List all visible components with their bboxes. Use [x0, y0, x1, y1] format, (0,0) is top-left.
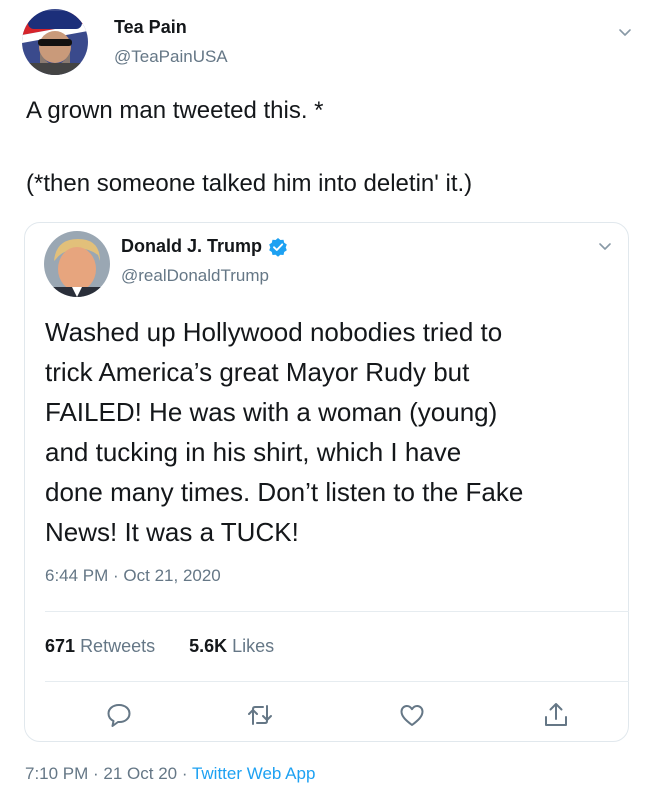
- outer-avatar[interactable]: [22, 9, 88, 75]
- outer-timestamp[interactable]: 7:10 PM · 21 Oct 20: [25, 764, 177, 783]
- reply-icon[interactable]: [104, 700, 134, 730]
- quoted-text-line: done many times. Don’t listen to the Fak…: [45, 477, 524, 507]
- divider: [45, 681, 629, 682]
- retweets-count: 671: [45, 636, 76, 656]
- retweets-label: Retweets: [80, 636, 156, 656]
- chevron-down-icon[interactable]: [597, 238, 613, 254]
- chevron-down-icon[interactable]: [617, 24, 633, 40]
- likes-stat[interactable]: 5.6K Likes: [189, 636, 274, 657]
- quoted-text-line: trick America’s great Mayor Rudy but: [45, 357, 470, 387]
- outer-tweet-text-note: (*then someone talked him into deletin' …: [26, 170, 473, 197]
- divider: [45, 611, 629, 612]
- verified-badge-icon: [268, 237, 288, 257]
- quoted-text-line: Washed up Hollywood nobodies tried to: [45, 317, 503, 347]
- outer-tweet-meta: 7:10 PM · 21 Oct 20 · Twitter Web App: [25, 764, 315, 784]
- quoted-handle[interactable]: @realDonaldTrump: [121, 266, 269, 286]
- heart-icon[interactable]: [397, 700, 427, 730]
- outer-handle[interactable]: @TeaPainUSA: [114, 47, 228, 67]
- share-icon[interactable]: [541, 700, 571, 730]
- retweets-stat[interactable]: 671 Retweets: [45, 636, 155, 657]
- likes-count: 5.6K: [189, 636, 228, 656]
- quoted-avatar[interactable]: [44, 231, 110, 297]
- likes-label: Likes: [232, 636, 275, 656]
- source-app-link[interactable]: Twitter Web App: [192, 764, 315, 783]
- quoted-text-line: News! It was a TUCK!: [45, 517, 299, 547]
- quoted-text-line: and tucking in his shirt, which I have: [45, 437, 462, 467]
- quoted-tweet-text: Washed up Hollywood nobodies tried to tr…: [45, 312, 635, 552]
- meta-separator: ·: [177, 764, 192, 783]
- engagement-stats: 671 Retweets 5.6K Likes: [45, 636, 274, 657]
- quoted-display-name[interactable]: Donald J. Trump: [121, 236, 262, 257]
- retweet-icon[interactable]: [245, 700, 275, 730]
- quoted-timestamp[interactable]: 6:44 PM · Oct 21, 2020: [45, 566, 221, 586]
- quoted-text-line: FAILED! He was with a woman (young): [45, 397, 498, 427]
- outer-display-name[interactable]: Tea Pain: [114, 17, 187, 38]
- outer-tweet-text: A grown man tweeted this. *: [26, 97, 324, 124]
